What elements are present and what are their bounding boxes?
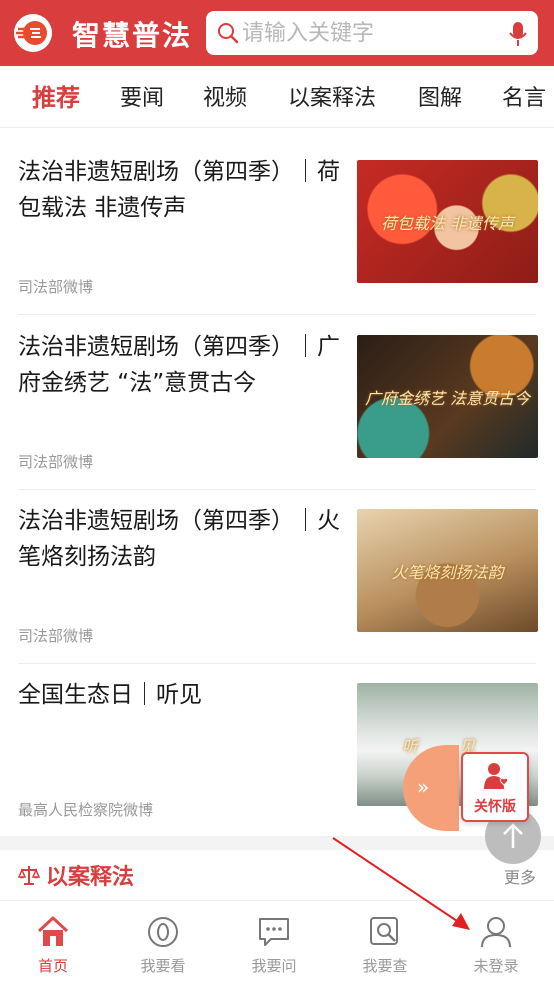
item-source: 司法部微博 [18, 278, 94, 296]
search-bar[interactable] [206, 11, 538, 55]
item-title[interactable]: 全国生态日｜听见 [18, 677, 340, 713]
item-source: 最高人民检察院微博 [18, 801, 154, 819]
scales-icon [18, 866, 40, 885]
list-item[interactable]: 法治非遗短剧场（第四季）｜荷包载法 非遗传声 司法部微博 荷包载法 非遗传声 [0, 140, 554, 314]
nav-home[interactable]: 首页 [8, 915, 98, 976]
item-title[interactable]: 法治非遗短剧场（第四季）｜荷包载法 非遗传声 [18, 154, 340, 226]
microphone-icon[interactable] [508, 21, 528, 47]
tab-case-law[interactable]: 以案释法 [288, 80, 376, 112]
nav-login[interactable]: 未登录 [451, 915, 541, 976]
nav-label: 我要查 [362, 957, 408, 975]
search-icon [218, 23, 239, 44]
item-thumbnail[interactable]: 火笔烙刻扬法韵 [357, 509, 538, 632]
nav-watch[interactable]: 我要看 [118, 915, 208, 976]
search-doc-icon [370, 917, 398, 945]
app-logo [14, 14, 52, 52]
nav-label: 未登录 [473, 957, 519, 975]
care-mode-button[interactable]: 关怀版 [461, 752, 529, 822]
arrow-up-icon [503, 823, 523, 848]
app-title: 智慧普法 [72, 19, 193, 52]
chat-icon [259, 918, 289, 946]
item-title[interactable]: 法治非遗短剧场（第四季）｜广府金绣艺 “法”意贯古今 [18, 329, 340, 401]
section-separator [0, 836, 554, 850]
tab-video[interactable]: 视频 [203, 80, 247, 112]
section-title: 以案释法 [46, 865, 135, 890]
tab-news[interactable]: 要闻 [120, 80, 164, 112]
thumbnail-caption: 广府金绣艺 法意贯古今 [364, 388, 531, 408]
double-chevron-icon: » [417, 775, 430, 799]
thumbnail-caption: 荷包载法 非遗传声 [380, 213, 515, 233]
item-source: 司法部微博 [18, 453, 94, 471]
top-header: 智慧普法 [0, 0, 554, 66]
item-thumbnail[interactable]: 荷包载法 非遗传声 [357, 160, 538, 283]
user-icon [481, 917, 511, 948]
category-tabs: 推荐 要闻 视频 以案释法 图解 名言 [0, 66, 554, 128]
tab-quotes[interactable]: 名言 [502, 80, 546, 112]
nav-label: 我要问 [251, 957, 297, 975]
thumbnail-caption: 火笔烙刻扬法韵 [391, 562, 504, 582]
nav-label: 首页 [37, 957, 68, 975]
tab-recommended[interactable]: 推荐 [32, 78, 80, 113]
section-header: 以案释法 更多 [0, 850, 554, 898]
list-item[interactable]: 法治非遗短剧场（第四季）｜广府金绣艺 “法”意贯古今 司法部微博 广府金绣艺 法… [0, 315, 554, 489]
tab-infographic[interactable]: 图解 [418, 80, 462, 112]
list-item[interactable]: 法治非遗短剧场（第四季）｜火笔烙刻扬法韵 司法部微博 火笔烙刻扬法韵 [0, 489, 554, 663]
item-source: 司法部微博 [18, 627, 94, 645]
eye-icon [148, 917, 178, 947]
bottom-navigation: 首页 我要看 我要问 我要查 未登录 [0, 900, 554, 984]
care-mode-label: 关怀版 [474, 799, 516, 815]
nav-ask[interactable]: 我要问 [229, 915, 319, 976]
search-input[interactable] [242, 11, 502, 55]
nav-search[interactable]: 我要查 [340, 915, 430, 976]
item-title[interactable]: 法治非遗短剧场（第四季）｜火笔烙刻扬法韵 [18, 503, 340, 575]
care-user-icon [484, 763, 509, 789]
more-link[interactable]: 更多 [504, 864, 536, 888]
home-icon [37, 916, 69, 946]
nav-label: 我要看 [140, 957, 186, 975]
item-thumbnail[interactable]: 广府金绣艺 法意贯古今 [357, 335, 538, 458]
